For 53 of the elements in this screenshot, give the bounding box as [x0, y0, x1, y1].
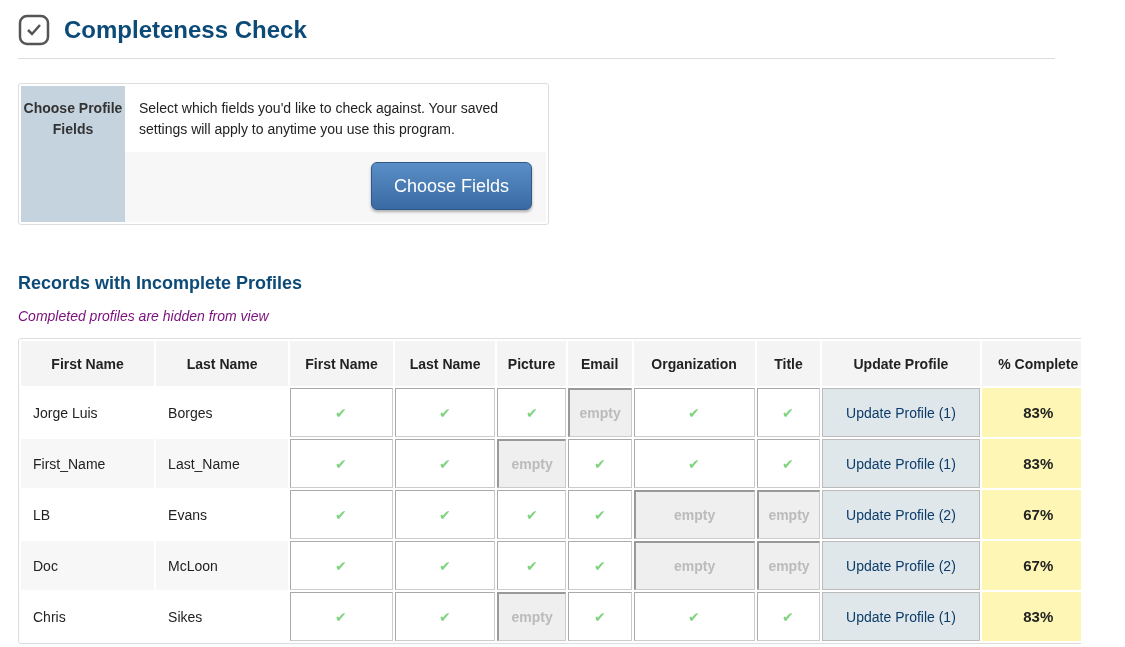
update-profile-link[interactable]: Update Profile (2)	[822, 490, 980, 539]
update-profile-link[interactable]: Update Profile (2)	[822, 541, 980, 590]
percent-cell: 67%	[981, 490, 1081, 539]
check-cell: ✔	[567, 439, 632, 488]
column-header: Organization	[633, 341, 755, 386]
check-cell: ✔	[290, 388, 393, 437]
panel-label: Choose Profile Fields	[21, 86, 125, 222]
percent-cell: 83%	[981, 592, 1081, 641]
check-cell: ✔	[633, 439, 755, 488]
check-cell: ✔	[633, 592, 755, 641]
check-cell: ✔	[394, 439, 496, 488]
check-cell: ✔	[567, 541, 632, 590]
check-cell: ✔	[756, 388, 821, 437]
check-cell: ✔	[497, 490, 566, 539]
column-header: Email	[567, 341, 632, 386]
update-profile-link[interactable]: Update Profile (1)	[822, 592, 980, 641]
column-header: Last Name	[156, 341, 289, 386]
check-cell: ✔	[290, 592, 393, 641]
name-cell: Last_Name	[156, 439, 289, 488]
column-header: First Name	[290, 341, 393, 386]
name-cell: First_Name	[21, 439, 155, 488]
checkbox-icon	[18, 14, 50, 46]
check-cell: ✔	[394, 541, 496, 590]
percent-cell: 67%	[981, 541, 1081, 590]
check-cell: ✔	[394, 490, 496, 539]
check-cell: ✔	[497, 388, 566, 437]
check-cell: ✔	[497, 541, 566, 590]
update-profile-link[interactable]: Update Profile (1)	[822, 439, 980, 488]
check-cell: ✔	[567, 592, 632, 641]
check-cell: ✔	[290, 439, 393, 488]
section-heading: Records with Incomplete Profiles	[18, 273, 304, 294]
percent-cell: 83%	[981, 388, 1081, 437]
check-cell: ✔	[290, 490, 393, 539]
column-header: Picture	[497, 341, 566, 386]
check-cell: ✔	[756, 439, 821, 488]
percent-cell: 83%	[981, 439, 1081, 488]
check-cell: ✔	[633, 388, 755, 437]
update-profile-link[interactable]: Update Profile (1)	[822, 388, 980, 437]
column-header: First Name	[21, 341, 155, 386]
choose-fields-button[interactable]: Choose Fields	[370, 162, 532, 210]
name-cell: Doc	[21, 541, 155, 590]
check-cell: ✔	[567, 490, 632, 539]
page-title: Completeness Check	[64, 16, 307, 44]
column-header: Title	[756, 341, 821, 386]
hidden-note: Completed profiles are hidden from view	[18, 308, 270, 324]
column-header: Update Profile	[822, 341, 980, 386]
check-cell: ✔	[756, 592, 821, 641]
column-header: Last Name	[394, 341, 496, 386]
column-header: % Complete	[981, 341, 1081, 386]
name-cell: McLoon	[156, 541, 289, 590]
check-cell: ✔	[290, 541, 393, 590]
check-cell: ✔	[394, 388, 496, 437]
check-cell: ✔	[394, 592, 496, 641]
